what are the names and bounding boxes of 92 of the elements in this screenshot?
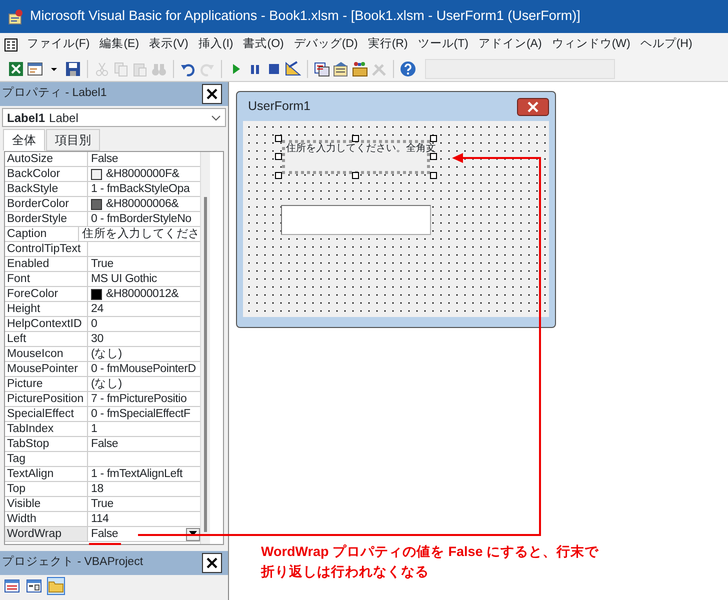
menu-item[interactable]: 編集(E) [94,36,144,54]
close-icon [206,88,218,100]
property-name: BorderStyle [5,212,88,226]
property-name: TabIndex [5,422,88,436]
text-box-field[interactable] [281,205,431,235]
property-name: Height [5,302,88,316]
close-button[interactable] [202,84,222,104]
property-value[interactable]: False [91,527,118,541]
menu-item[interactable]: 書式(O) [238,36,289,54]
vba-logo-icon [8,8,24,24]
menu-item[interactable]: ファイル(F) [22,36,95,54]
property-name: Left [5,332,88,346]
property-value: 1 [91,422,98,436]
caret-icon [189,531,197,536]
property-name: ForeColor [5,287,88,301]
property-value: 0 - fmSpecialEffectF [91,407,190,421]
menu-item[interactable]: ヘルプ(H) [635,36,698,54]
property-name: Font [5,272,88,286]
property-name: BorderColor [5,197,88,211]
excel-icon[interactable] [8,60,24,76]
tab[interactable]: 全体 [3,129,45,151]
menu-item[interactable]: ツール(T) [412,36,474,54]
close-icon [206,557,218,569]
help-icon[interactable] [400,60,416,76]
form-icon[interactable] [27,60,43,76]
module-menu-icon[interactable] [4,38,18,52]
property-name: AutoSize [5,152,88,166]
property-value: 0 - fmMousePointerD [91,362,196,376]
menu-item[interactable]: デバッグ(D) [288,36,363,54]
toolbox-icon[interactable] [352,60,368,76]
menu-item[interactable]: 挿入(I) [193,36,238,54]
property-name: MousePointer [5,362,88,376]
property-value: False [91,437,118,451]
panel-title: プロジェクト - VBAProject [2,554,144,570]
property-name: Width [5,512,88,526]
property-value: &H80000006& [106,197,179,211]
close-icon [527,100,539,112]
scrollbar-thumb[interactable] [204,197,207,532]
property-value: (なし) [91,377,122,391]
ruler-triangle-icon[interactable] [285,60,301,76]
close-button[interactable] [517,98,549,116]
property-value: True [91,497,114,511]
menu-item[interactable]: ウィンドウ(W) [546,36,636,54]
close-button[interactable] [202,553,222,573]
property-name: MouseIcon [5,347,88,361]
chevron-icon [211,114,221,120]
property-value: 0 [91,317,98,331]
property-value: 1 - fmBackStyleOpa [91,182,190,196]
object-view-icon[interactable] [26,578,42,594]
property-name: ControlTipText [5,242,88,256]
property-value: False [91,152,118,166]
property-value: 30 [91,332,104,346]
property-name: TextAlign [5,467,88,481]
form-title: UserForm1 [248,98,311,116]
code-view-icon[interactable] [4,578,20,594]
underline-mark [89,543,121,545]
property-value: 1 - fmTextAlignLeft [91,467,182,481]
property-value: 114 [91,512,109,526]
menu-item[interactable]: アドイン(A) [473,36,547,54]
property-value: &H8000000F& [106,167,180,181]
window-title: Microsoft Visual Basic for Applications - Book1.xlsm - [Book1.xlsm - UserForm1 (UserForm)] [30,7,580,26]
property-name: BackColor [5,167,88,181]
property-value: True [91,257,114,271]
property-value: &H80000012& [106,287,179,301]
property-name: BackStyle [5,182,88,196]
property-name: Visible [5,497,88,511]
property-name: SpecialEffect [5,407,88,421]
property-name: WordWrap [5,527,88,541]
property-value: MS UI Gothic [91,272,157,286]
tab[interactable]: 項目別 [46,129,100,151]
property-name: TabStop [5,437,88,451]
project-icon[interactable] [314,60,330,76]
property-value: 18 [91,482,104,496]
property-name: Picture [5,377,88,391]
object-dropdown[interactable]: Label1 Label [2,108,226,127]
property-name: PicturePosition [5,392,88,406]
property-name: Enabled [5,257,88,271]
property-name: Top [5,482,88,496]
property-value: 24 [91,302,104,316]
property-name: Caption [5,227,79,241]
annotation-text: WordWrap プロパティの値を False にすると、行末で折り返しは行われなくなる [261,543,600,581]
property-value: (なし) [91,347,122,361]
property-value: 0 - fmBorderStyleNo [91,212,192,226]
panel-title: プロパティ - Label1 [2,85,107,102]
property-value: 7 - fmPicturePositio [91,392,187,406]
save-icon[interactable] [65,60,81,76]
menu-item[interactable]: 実行(R) [362,36,413,54]
property-name: HelpContextID [5,317,88,331]
properties-icon[interactable] [333,60,349,76]
property-value: 住所を入力してくださ [82,227,200,241]
property-name: Tag [5,452,88,466]
menu-item[interactable]: 表示(V) [144,36,194,54]
